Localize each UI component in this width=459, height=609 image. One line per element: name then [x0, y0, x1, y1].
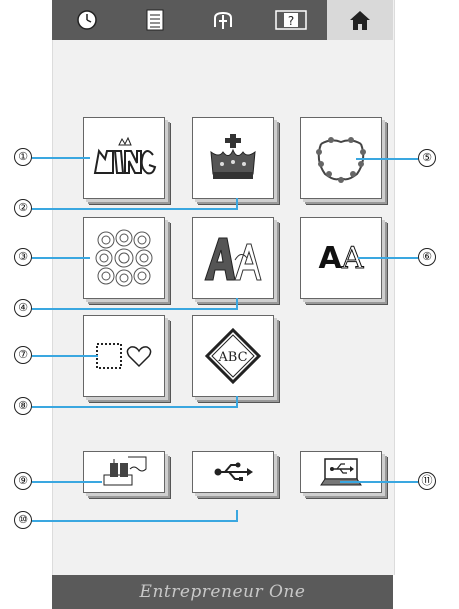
leader-11 — [340, 481, 418, 483]
callout-9: ⑨ — [14, 472, 32, 490]
brand-name: Entrepreneur One — [139, 582, 306, 602]
monogram-text: ABC — [217, 350, 247, 365]
alphabet-font-button[interactable] — [192, 217, 274, 299]
decorative-alphabet-button[interactable] — [192, 117, 274, 199]
monogram-button[interactable]: ABC — [192, 315, 274, 397]
callout-2: ② — [14, 199, 32, 217]
font-sample-bold: A — [318, 240, 342, 276]
usb-icon — [214, 462, 253, 481]
top-toolbar: ? — [52, 0, 393, 40]
leader-5 — [356, 158, 418, 160]
document-icon — [146, 9, 164, 31]
help-icon: ? — [275, 10, 307, 30]
callout-4: ④ — [14, 299, 32, 317]
quilt-pattern-icon — [95, 229, 153, 287]
character-font-button[interactable] — [83, 117, 165, 199]
leader-1 — [32, 157, 90, 159]
leader-10v — [236, 510, 238, 520]
quilting-pattern-button[interactable] — [83, 217, 165, 299]
frame-shapes-icon — [96, 343, 152, 369]
leader-7 — [32, 355, 98, 357]
callout-10: ⑩ — [14, 511, 32, 529]
home-icon — [350, 11, 370, 30]
machine-settings-button[interactable] — [192, 3, 254, 37]
callout-11: ⑪ — [418, 472, 436, 490]
home-button[interactable] — [327, 0, 393, 40]
embroidery-machine-button[interactable] — [83, 451, 165, 493]
usb-button[interactable] — [192, 451, 274, 493]
callout-8: ⑧ — [14, 397, 32, 415]
callout-1: ① — [14, 148, 32, 166]
monogram-diamond-icon: ABC — [204, 327, 262, 385]
leader-4 — [32, 308, 238, 310]
clock-icon — [77, 10, 97, 30]
leader-9 — [32, 481, 102, 483]
machine-settings-icon — [214, 11, 232, 29]
callout-6: ⑥ — [418, 248, 436, 266]
decorative-letters-icon — [204, 237, 262, 281]
document-button[interactable] — [124, 3, 186, 37]
leader-10 — [32, 520, 238, 522]
computer-usb-button[interactable] — [300, 451, 382, 493]
svg-text:?: ? — [288, 14, 294, 28]
leader-3 — [32, 257, 90, 259]
callout-3: ③ — [14, 248, 32, 266]
leader-6 — [358, 257, 418, 259]
embroidery-machine-icon — [103, 456, 147, 486]
help-button[interactable]: ? — [260, 3, 322, 37]
callout-5: ⑤ — [418, 149, 436, 167]
king-lettering-icon — [93, 136, 157, 175]
callout-7: ⑦ — [14, 346, 32, 364]
leader-8 — [32, 406, 238, 408]
crown-icon — [210, 134, 256, 179]
footer-bar: Entrepreneur One — [52, 575, 393, 609]
clock-button[interactable] — [56, 3, 118, 37]
leader-2 — [32, 208, 238, 210]
